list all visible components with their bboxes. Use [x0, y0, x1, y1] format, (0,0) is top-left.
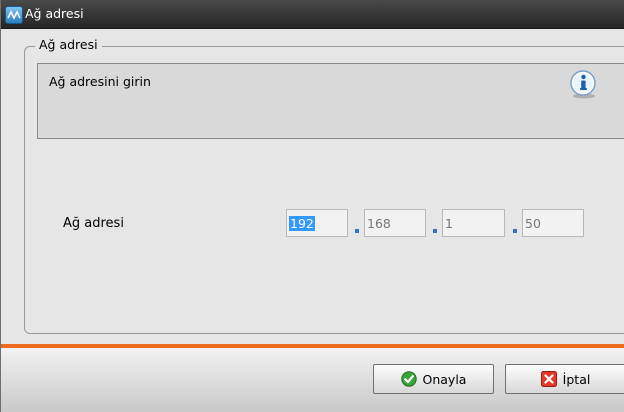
ip-octet-4-value: 50: [525, 216, 541, 231]
cancel-button[interactable]: İptal: [505, 364, 624, 394]
ip-octet-3-field[interactable]: 1: [442, 209, 505, 237]
window-title: Ağ adresi: [25, 6, 84, 21]
ip-octet-1-field[interactable]: 192: [286, 209, 348, 237]
ip-octet-2-value: 168: [367, 216, 391, 231]
confirm-button[interactable]: Onayla: [373, 364, 494, 394]
info-text: Ağ adresini girin: [49, 74, 151, 89]
ip-octet-1-value: 192: [289, 216, 315, 231]
ip-dot-separator: [355, 229, 359, 233]
group-legend: Ağ adresi: [35, 37, 102, 52]
ip-dot-separator: [433, 229, 437, 233]
address-label: Ağ adresi: [63, 216, 124, 231]
ip-dot-separator: [513, 229, 517, 233]
ip-octet-2-field[interactable]: 168: [364, 209, 426, 237]
title-bar[interactable]: Ağ adresi: [1, 0, 624, 29]
cancel-button-label: İptal: [562, 371, 591, 387]
ip-octet-4-field[interactable]: 50: [522, 209, 584, 237]
ip-octet-3-value: 1: [445, 216, 453, 231]
check-icon: [400, 371, 417, 387]
info-icon: [567, 68, 599, 100]
dialog-window: Ağ adresi Ağ adresi Ağ adresini girin Ağ…: [0, 0, 624, 412]
cancel-icon: [540, 371, 557, 387]
confirm-button-label: Onayla: [422, 371, 467, 387]
app-icon: [5, 6, 23, 24]
